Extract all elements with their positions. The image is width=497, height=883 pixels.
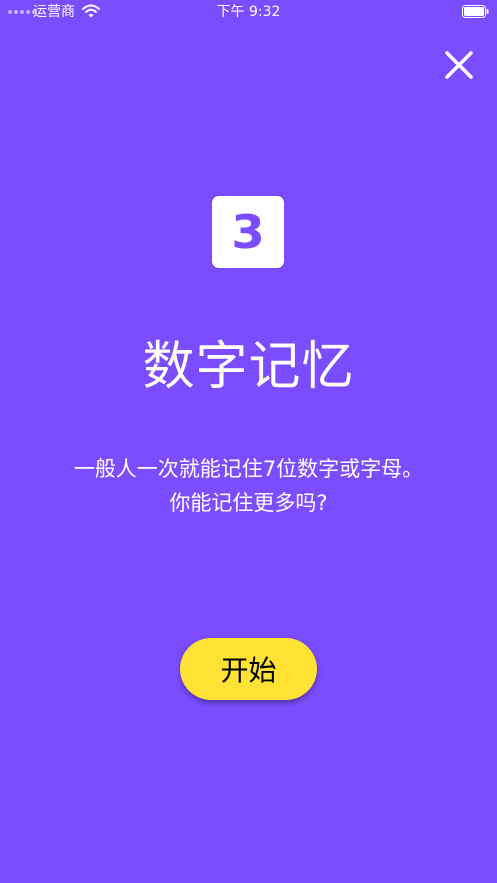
battery-icon <box>462 5 489 18</box>
start-button[interactable]: 开始 <box>180 638 317 700</box>
description-line-1: 一般人一次就能记住7位数字或字母。 <box>73 457 424 481</box>
status-time: 下午 9:32 <box>216 4 281 20</box>
description: 一般人一次就能记住7位数字或字母。 你能记住更多吗? <box>0 452 497 520</box>
close-icon[interactable] <box>444 50 474 80</box>
page-title: 数字记忆 <box>142 337 355 397</box>
status-bar: 运营商 下午 9:32 <box>0 0 497 24</box>
level-number: 3 <box>231 205 265 259</box>
level-badge: 3 <box>212 196 284 268</box>
description-line-2: 你能记住更多吗? <box>169 491 328 515</box>
